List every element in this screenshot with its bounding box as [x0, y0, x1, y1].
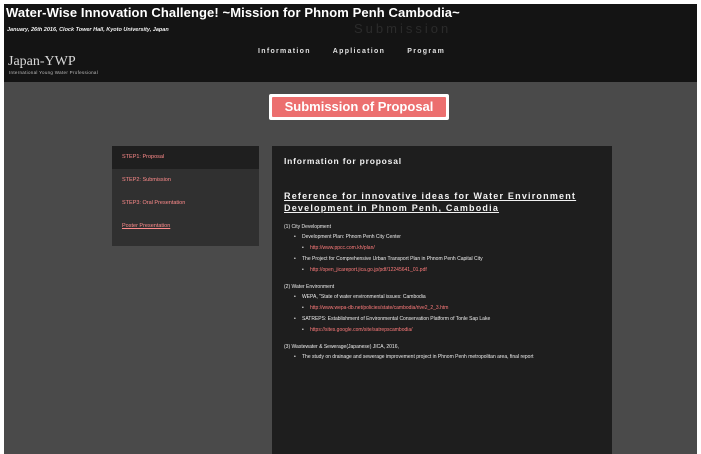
list-item: The study on drainage and sewerage impro…: [294, 354, 600, 361]
sidebar-item-step2[interactable]: STEP2: Submission: [112, 169, 259, 192]
section-title: (3) Wastewater & Sewerage(Japanese) JICA…: [284, 344, 399, 350]
top-nav: Information Application Program: [258, 48, 445, 55]
list-item: SATREPS: Establishment of Environmental …: [294, 316, 600, 323]
reference-link[interactable]: http://open_jicareport.jica.go.jp/pdf/12…: [302, 267, 600, 274]
section-water-environment: (2) Water Environment WEPA, "State of wa…: [284, 284, 600, 334]
submission-heading-button[interactable]: Submission of Proposal: [269, 94, 449, 120]
banner-title: Water-Wise Innovation Challenge! ~Missio…: [6, 5, 460, 20]
panel-heading: Information for proposal: [284, 156, 402, 166]
header-ghost-text: Submission: [354, 21, 452, 36]
section-title: (1) City Development: [284, 224, 331, 230]
browser-viewport: Water-Wise Innovation Challenge! ~Missio…: [4, 4, 697, 454]
reference-link[interactable]: http://www.ppcc.com.kh/plan/: [302, 245, 600, 252]
list-item: The Project for Comprehensive Urban Tran…: [294, 256, 600, 263]
reference-link[interactable]: http://www.wepa-db.net/policies/state/ca…: [302, 305, 600, 312]
site-logo[interactable]: Japan-YWP: [8, 54, 76, 70]
content-area: Submission of Proposal STEP1: Proposal S…: [4, 82, 697, 454]
sidebar-item-step1[interactable]: STEP1: Proposal: [112, 146, 259, 169]
section-wastewater: (3) Wastewater & Sewerage(Japanese) JICA…: [284, 344, 600, 361]
sidebar-item-step3[interactable]: STEP3: Oral Presentation: [112, 192, 259, 215]
main-panel: Information for proposal Reference for i…: [272, 146, 612, 454]
reference-heading: Reference for innovative ideas for Water…: [284, 191, 577, 213]
section-city-development: (1) City Development Development Plan: P…: [284, 224, 600, 274]
nav-item-program[interactable]: Program: [407, 48, 445, 55]
site-logo-tagline: International Young Water Professional: [9, 70, 99, 75]
nav-item-application[interactable]: Application: [333, 48, 385, 55]
submission-heading-label: Submission of Proposal: [272, 97, 446, 117]
list-item: Development Plan: Phnom Penh City Center: [294, 234, 600, 241]
section-title: (2) Water Environment: [284, 284, 335, 290]
nav-item-information[interactable]: Information: [258, 48, 311, 55]
banner-subtitle: January, 26th 2016, Clock Tower Hall, Ky…: [7, 27, 169, 33]
step-sidebar: STEP1: Proposal STEP2: Submission STEP3:…: [112, 146, 259, 246]
reference-link[interactable]: https://sites.google.com/site/satrepscam…: [302, 327, 600, 334]
list-item: WEPA, "State of water environmental issu…: [294, 294, 600, 301]
sidebar-item-poster[interactable]: Poster Presentation: [112, 215, 259, 238]
